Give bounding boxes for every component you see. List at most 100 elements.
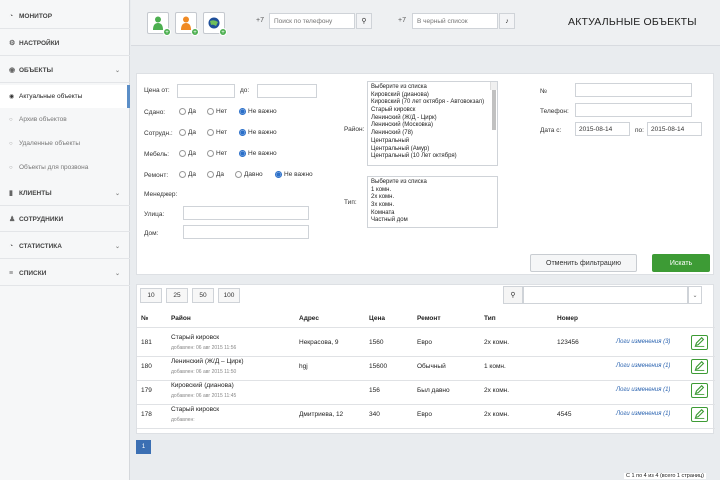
type-listbox[interactable]: Выберите из списка 1 комн. 2х комн. 3х комн… bbox=[367, 176, 498, 228]
lists-icon: ≡ bbox=[9, 269, 14, 277]
edit-button[interactable] bbox=[691, 359, 708, 374]
pagination-page-1[interactable]: 1 bbox=[136, 440, 151, 454]
price-to-input[interactable] bbox=[257, 84, 317, 98]
date-from-input[interactable] bbox=[575, 122, 630, 136]
sidebar-item-settings[interactable]: ⚙ НАСТРОЙКИ bbox=[0, 31, 130, 56]
repair-euro-radio[interactable]: Да bbox=[207, 171, 224, 178]
sidebar-item-clients[interactable]: ▮ КЛИЕНТЫ ⌄ bbox=[0, 181, 130, 206]
edit-button[interactable] bbox=[691, 407, 708, 422]
filter-panel: Цена от: до: Сдано: Да Нет Не важно Сотр… bbox=[136, 73, 714, 275]
price-from-input[interactable] bbox=[177, 84, 235, 98]
edit-button[interactable] bbox=[691, 335, 708, 350]
orange-user-icon bbox=[181, 16, 191, 30]
sidebar-subitem-archive[interactable]: ○ Архив объектов bbox=[0, 108, 130, 131]
cell-price: 156 bbox=[369, 387, 380, 394]
add-orange-user-button[interactable]: + bbox=[175, 12, 199, 36]
staff-any-radio[interactable]: Не важно bbox=[239, 129, 277, 136]
change-log-link[interactable]: Логи изменения (1) bbox=[616, 363, 670, 369]
add-green-user-button[interactable]: + bbox=[147, 12, 171, 36]
cell-price: 15600 bbox=[369, 363, 388, 370]
blacklist-input[interactable] bbox=[412, 13, 498, 29]
cell-added-date: добавлен: 06 авг 2015 11:45 bbox=[171, 393, 237, 399]
green-user-icon bbox=[153, 16, 163, 30]
column-header[interactable]: Район bbox=[171, 315, 191, 322]
cell-type: 2х комн. bbox=[484, 387, 510, 394]
edit-icon bbox=[694, 360, 705, 371]
district-scrollbar[interactable] bbox=[490, 82, 497, 130]
column-header[interactable]: Адрес bbox=[299, 315, 319, 322]
change-log-link[interactable]: Логи изменения (1) bbox=[616, 411, 670, 417]
sidebar-item-statistics[interactable]: ◔ СТАТИСТИКА ⌄ bbox=[0, 234, 130, 259]
type-option[interactable]: Выберите из списка bbox=[371, 179, 494, 187]
repair-any-radio[interactable]: Не важно bbox=[275, 171, 313, 178]
table-search-button[interactable]: ⚲ bbox=[503, 286, 523, 304]
phone-input[interactable] bbox=[575, 103, 692, 117]
table-search-input[interactable] bbox=[523, 286, 688, 304]
staff-yes-radio[interactable]: Да bbox=[179, 129, 196, 136]
number-label: № bbox=[540, 88, 547, 95]
furniture-yes-radio[interactable]: Да bbox=[179, 150, 196, 157]
rented-yes-radio[interactable]: Да bbox=[179, 108, 196, 115]
plus-icon: + bbox=[219, 28, 227, 36]
district-listbox[interactable]: Выберите из списка Кировский (дианова) Кир… bbox=[367, 81, 498, 166]
type-option[interactable]: Частный дом bbox=[371, 217, 494, 225]
staff-no-radio[interactable]: Нет bbox=[207, 129, 227, 136]
cell-id: 181 bbox=[141, 339, 152, 346]
sidebar-item-monitor[interactable]: ◔ МОНИТОР bbox=[0, 4, 130, 29]
sidebar-item-employees[interactable]: ♟ СОТРУДНИКИ bbox=[0, 207, 130, 232]
sidebar-subitem-deleted[interactable]: ○ Удаленные объекты bbox=[0, 132, 130, 155]
rented-any-radio[interactable]: Не важно bbox=[239, 108, 277, 115]
district-option[interactable]: Кировский (70 лет октября - Автовокзал) bbox=[371, 99, 494, 107]
phone-search-button[interactable]: ⚲ bbox=[356, 13, 372, 29]
street-input[interactable] bbox=[183, 206, 309, 220]
repair-yes-radio[interactable]: Да bbox=[179, 171, 196, 178]
district-option[interactable]: Центральный (10 Лет октября) bbox=[371, 153, 494, 161]
column-header[interactable]: Номер bbox=[557, 315, 578, 322]
type-option[interactable]: 3х комн. bbox=[371, 202, 494, 210]
column-header[interactable]: № bbox=[141, 315, 148, 322]
house-input[interactable] bbox=[183, 225, 309, 239]
district-option[interactable]: Выберите из списка bbox=[371, 84, 494, 92]
cancel-filter-button[interactable]: Отменить фильтрацию bbox=[530, 254, 637, 272]
sidebar-item-lists[interactable]: ≡ СПИСКИ ⌄ bbox=[0, 261, 130, 286]
add-object-button[interactable]: + bbox=[203, 12, 227, 36]
column-header[interactable]: Цена bbox=[369, 315, 385, 322]
edit-button[interactable] bbox=[691, 383, 708, 398]
change-log-link[interactable]: Логи изменения (1) bbox=[616, 387, 670, 393]
price-from-label: Цена от: bbox=[144, 87, 170, 94]
sidebar-item-objects[interactable]: ◉ ОБЪЕКТЫ ⌄ bbox=[0, 58, 130, 83]
page-size-10-button[interactable]: 10 bbox=[140, 288, 162, 303]
furniture-any-radio[interactable]: Не важно bbox=[239, 150, 277, 157]
district-option[interactable]: Центральный bbox=[371, 138, 494, 146]
district-option[interactable]: Ленинский (78) bbox=[371, 130, 494, 138]
date-to-input[interactable] bbox=[647, 122, 702, 136]
change-log-link[interactable]: Логи изменения (3) bbox=[616, 339, 670, 345]
furniture-no-radio[interactable]: Нет bbox=[207, 150, 227, 157]
type-option[interactable]: 1 комн. bbox=[371, 187, 494, 195]
house-label: Дом: bbox=[144, 230, 159, 237]
page-size-100-button[interactable]: 100 bbox=[218, 288, 240, 303]
plus-icon: + bbox=[163, 28, 171, 36]
results-panel: 10 25 50 100 ⚲ ⌄ № Район Адрес Цена Ремо… bbox=[136, 284, 715, 434]
page-size-25-button[interactable]: 25 bbox=[166, 288, 188, 303]
district-option[interactable]: Старый кировск bbox=[371, 107, 494, 115]
cell-price: 340 bbox=[369, 411, 380, 418]
sidebar-subitem-label: Архив объектов bbox=[19, 116, 67, 123]
column-header[interactable]: Тип bbox=[484, 315, 496, 322]
sidebar-subitem-actual[interactable]: ◉ Актуальные объекты bbox=[0, 85, 130, 108]
settings-icon: ⚙ bbox=[9, 40, 16, 47]
sidebar-subitem-label: Объекты для прозвона bbox=[19, 164, 89, 171]
phone-search-input[interactable] bbox=[269, 13, 355, 29]
column-header[interactable]: Ремонт bbox=[417, 315, 441, 322]
repair-old-radio[interactable]: Давно bbox=[235, 171, 263, 178]
table-search-dropdown[interactable]: ⌄ bbox=[688, 286, 702, 304]
type-option[interactable]: 2х комн. bbox=[371, 194, 494, 202]
sidebar-subitem-call[interactable]: ○ Объекты для прозвона bbox=[0, 156, 130, 179]
district-option[interactable]: Ленинский (Московка) bbox=[371, 122, 494, 130]
page-size-50-button[interactable]: 50 bbox=[192, 288, 214, 303]
sidebar: ◔ МОНИТОР ⚙ НАСТРОЙКИ ◉ ОБЪЕКТЫ ⌄ ◉ Акту… bbox=[0, 0, 130, 480]
blacklist-button[interactable]: ♪ bbox=[499, 13, 515, 29]
search-button[interactable]: Искать bbox=[652, 254, 710, 272]
number-input[interactable] bbox=[575, 83, 692, 97]
rented-no-radio[interactable]: Нет bbox=[207, 108, 227, 115]
